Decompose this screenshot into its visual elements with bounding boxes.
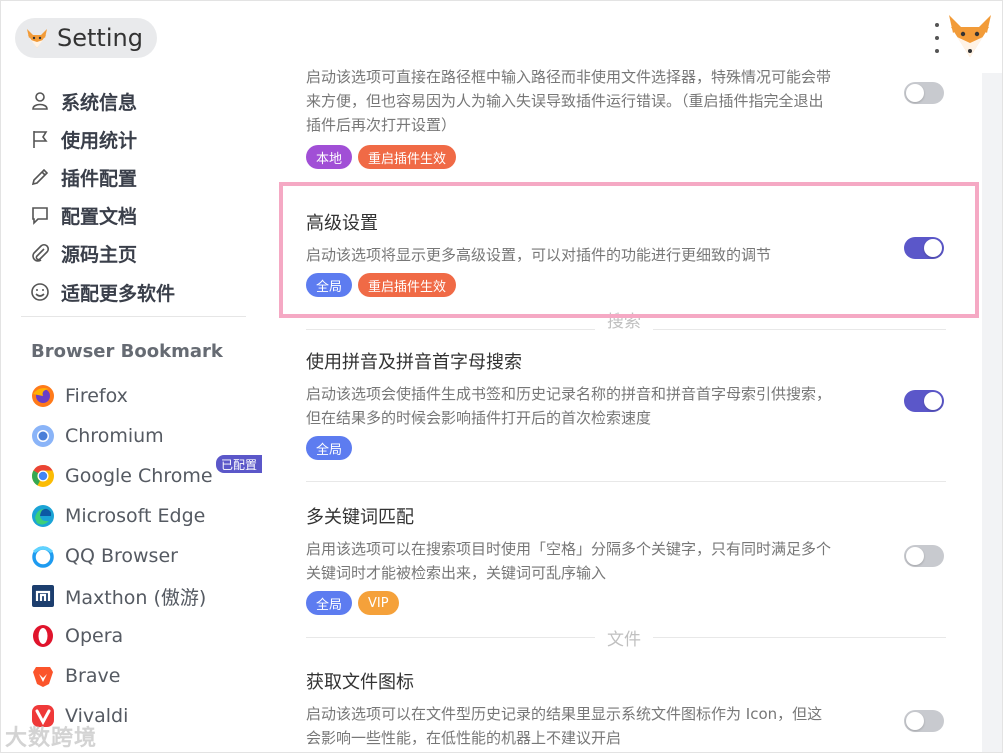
setting-path-input: 启动该选项可直接在路径框中输入路径而非使用文件选择器，特殊情况可能会带来方便，但…: [306, 65, 946, 169]
browser-label: Opera: [65, 625, 124, 647]
settings-content: 启动该选项可直接在路径框中输入路径而非使用文件选择器，特殊情况可能会带来方便，但…: [266, 68, 982, 752]
browser-item-google-chrome[interactable]: Google Chrome: [31, 462, 213, 490]
toggle-advanced[interactable]: [904, 237, 944, 259]
watermark: 大数跨境: [5, 726, 98, 751]
sidebar-item-more-software[interactable]: 适配更多软件: [29, 278, 175, 306]
section-label-search: 搜索: [595, 307, 653, 332]
chromium-icon: [32, 425, 54, 447]
browser-label: QQ Browser: [65, 545, 178, 567]
toggle-pinyin[interactable]: [904, 390, 944, 412]
tag-global: 全局: [306, 591, 353, 615]
tag-restart: 重启插件生效: [358, 273, 457, 297]
tag-local: 本地: [306, 145, 353, 169]
setting-tags: 本地 重启插件生效: [306, 145, 946, 169]
browser-item-firefox[interactable]: Firefox: [31, 382, 128, 410]
chrome-icon: [32, 465, 54, 487]
sidebar-item-label: 使用统计: [61, 129, 138, 152]
browser-item-microsoft-edge[interactable]: Microsoft Edge: [31, 502, 205, 530]
setting-advanced: 高级设置 启动该选项将显示更多高级设置，可以对插件的功能进行更细致的调节 全局 …: [306, 209, 946, 297]
configured-badge: 已配置: [216, 455, 263, 473]
chat-icon: [29, 204, 51, 226]
sidebar-item-label: 源码主页: [61, 243, 138, 266]
app-window: Setting 系统信息 使用统计 插件配置 配置文档 源码主页 适配更多软件 …: [0, 0, 1003, 753]
maxthon-icon: [32, 585, 54, 607]
paperclip-icon: [29, 242, 51, 264]
firefox-icon: [32, 385, 54, 407]
title-pill[interactable]: Setting: [15, 18, 157, 58]
fox-logo-icon: [27, 29, 47, 48]
sidebar-divider: [21, 316, 246, 317]
setting-title: 使用拼音及拼音首字母搜索: [306, 352, 522, 373]
setting-title: 高级设置: [306, 213, 378, 234]
tag-global: 全局: [306, 273, 353, 297]
sidebar: 系统信息 使用统计 插件配置 配置文档 源码主页 适配更多软件 Browser …: [1, 73, 266, 752]
setting-desc: 启用该选项可以在搜索项目时使用「空格」分隔多个关键字，只有同时满足多个关键词时才…: [306, 540, 832, 582]
sidebar-item-plugin-config[interactable]: 插件配置: [29, 163, 137, 191]
pencil-icon: [29, 166, 51, 188]
tag-restart: 重启插件生效: [358, 145, 457, 169]
browser-bookmark-title: Browser Bookmark: [31, 341, 223, 362]
browser-label: Brave: [65, 665, 121, 687]
browser-label: Google Chrome: [65, 465, 213, 487]
browser-label: Microsoft Edge: [65, 505, 206, 527]
browser-item-maxthon[interactable]: Maxthon (傲游): [31, 582, 206, 610]
brave-icon: [33, 667, 53, 687]
app-title: Setting: [57, 24, 143, 52]
qq-browser-icon: [32, 546, 54, 568]
opera-icon: [33, 625, 53, 647]
tag-vip: VIP: [358, 591, 399, 615]
browser-label: Firefox: [65, 385, 128, 407]
sidebar-item-label: 插件配置: [61, 167, 138, 190]
sidebar-item-system-info[interactable]: 系统信息: [29, 87, 137, 115]
setting-title: 获取文件图标: [306, 672, 414, 693]
sidebar-item-usage-stats[interactable]: 使用统计: [29, 125, 137, 153]
setting-tags: 全局 VIP: [306, 591, 946, 615]
setting-divider: [306, 481, 946, 482]
top-bar: Setting: [1, 1, 1002, 73]
toggle-path-input[interactable]: [904, 82, 944, 104]
toggle-file-icon[interactable]: [904, 710, 944, 732]
browser-label: Maxthon (傲游): [65, 586, 207, 609]
setting-desc: 启动该选项可直接在路径框中输入路径而非使用文件选择器，特殊情况可能会带来方便，但…: [306, 68, 832, 134]
browser-label: Chromium: [65, 425, 164, 447]
sidebar-item-source-home[interactable]: 源码主页: [29, 239, 137, 267]
setting-multi-keyword: 多关键词匹配 启用该选项可以在搜索项目时使用「空格」分隔多个关键字，只有同时满足…: [306, 503, 946, 615]
browser-item-opera[interactable]: Opera: [31, 622, 123, 650]
setting-title: 多关键词匹配: [306, 507, 414, 528]
toggle-multi-keyword[interactable]: [904, 545, 944, 567]
browser-item-brave[interactable]: Brave: [31, 662, 120, 690]
setting-desc: 启动该选项可以在文件型历史记录的结果里显示系统文件图标作为 Icon，但这会影响…: [306, 705, 823, 747]
setting-file-icon: 获取文件图标 启动该选项可以在文件型历史记录的结果里显示系统文件图标作为 Ico…: [306, 668, 946, 750]
sidebar-item-config-docs[interactable]: 配置文档: [29, 201, 137, 229]
browser-item-chromium[interactable]: Chromium: [31, 422, 164, 450]
section-label-file: 文件: [595, 625, 653, 650]
tag-global: 全局: [306, 436, 353, 460]
user-icon: [29, 90, 51, 112]
sidebar-item-label: 适配更多软件: [61, 282, 176, 305]
setting-tags: 全局: [306, 436, 946, 460]
edge-icon: [32, 505, 54, 527]
setting-tags: 全局 重启插件生效: [306, 273, 946, 297]
smile-icon: [29, 281, 51, 303]
sidebar-item-label: 配置文档: [61, 205, 138, 228]
setting-desc: 启动该选项将显示更多高级设置，可以对插件的功能进行更细致的调节: [306, 246, 772, 264]
setting-pinyin: 使用拼音及拼音首字母搜索 启动该选项会使插件生成书签和历史记录名称的拼音和拼音首…: [306, 348, 946, 460]
browser-item-qq-browser[interactable]: QQ Browser: [31, 542, 178, 570]
flag-icon: [29, 128, 51, 150]
sidebar-item-label: 系统信息: [61, 91, 138, 114]
setting-desc: 启动该选项会使插件生成书签和历史记录名称的拼音和拼音首字母索引供搜索，但在结果多…: [306, 385, 832, 427]
fox-avatar-icon[interactable]: [945, 11, 995, 61]
more-menu-icon[interactable]: [931, 23, 943, 53]
